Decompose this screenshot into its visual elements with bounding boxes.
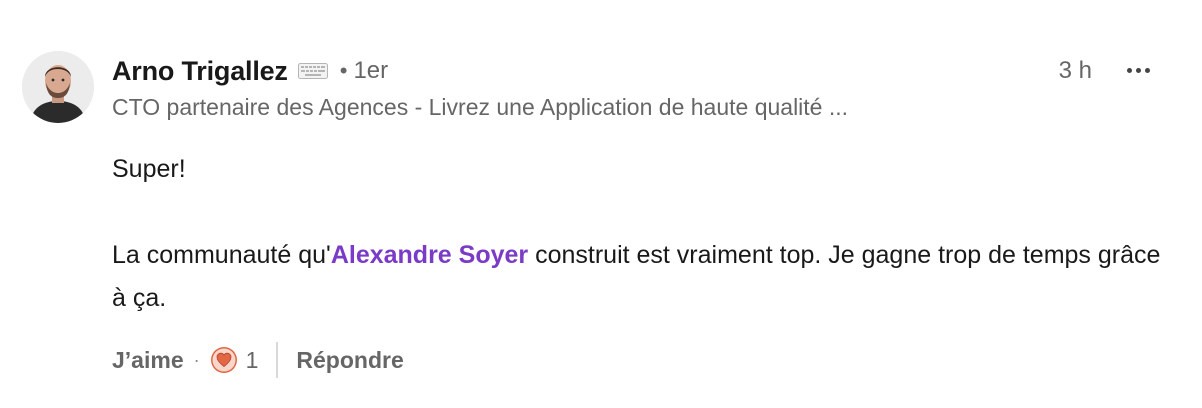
comment-line-2: La communauté qu'Alexandre Soyer constru…	[112, 234, 1172, 320]
comment-text-before-mention: La communauté qu'	[112, 241, 331, 269]
comment-line-1: Super!	[112, 155, 186, 183]
author-headline: CTO partenaire des Agences - Livrez une …	[112, 94, 849, 120]
comment-text: Super! La communauté qu'Alexandre Soyer …	[112, 148, 1172, 320]
name-row: Arno Trigallez • 1er	[112, 52, 1162, 90]
separator-dot: •	[339, 58, 348, 83]
like-button[interactable]: J’aime	[112, 347, 184, 374]
connection-degree: 1er	[353, 57, 389, 84]
avatar-portrait	[22, 51, 94, 123]
more-horizontal-icon	[1144, 67, 1150, 73]
reply-button[interactable]: Répondre	[296, 347, 403, 374]
more-horizontal-icon	[1135, 67, 1141, 73]
action-separator: ·	[193, 349, 200, 370]
timestamp: 3 h	[1058, 57, 1092, 84]
reaction-count[interactable]: 1	[246, 347, 259, 374]
comment-actions: J’aime · 1 Répondre	[112, 340, 404, 380]
author-name[interactable]: Arno Trigallez	[112, 56, 288, 87]
keyboard-icon	[297, 63, 328, 79]
action-divider	[276, 342, 279, 378]
more-horizontal-icon	[1126, 67, 1132, 73]
heart-reaction-icon[interactable]	[210, 346, 238, 374]
comment-header: Arno Trigallez • 1er 3 h	[112, 52, 1162, 90]
mention-link[interactable]: Alexandre Soyer	[331, 241, 528, 269]
more-options-button[interactable]	[1118, 54, 1158, 86]
avatar[interactable]	[22, 51, 94, 123]
comment: Arno Trigallez • 1er 3 h CTO partenaire …	[0, 0, 1202, 408]
